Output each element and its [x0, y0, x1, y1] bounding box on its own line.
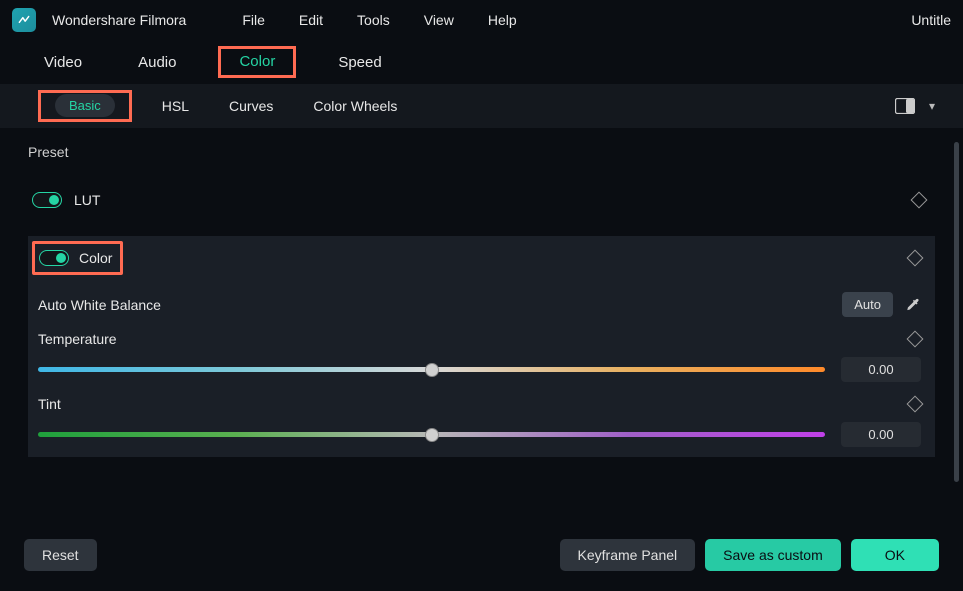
- subtab-curves[interactable]: Curves: [229, 98, 273, 114]
- lut-keyframe-icon[interactable]: [911, 192, 928, 209]
- temperature-block: Temperature: [28, 321, 935, 386]
- temperature-value[interactable]: [841, 357, 921, 382]
- color-panel: Preset LUT Color Auto White Balance Auto: [0, 128, 963, 521]
- document-title: Untitle: [911, 12, 951, 28]
- lut-label: LUT: [74, 192, 100, 208]
- auto-button[interactable]: Auto: [842, 292, 893, 317]
- menu-view[interactable]: View: [424, 12, 454, 28]
- preset-heading: Preset: [28, 144, 939, 160]
- subtab-color-wheels[interactable]: Color Wheels: [313, 98, 397, 114]
- chevron-down-icon[interactable]: ▾: [929, 99, 935, 113]
- main-tab-bar: Video Audio Color Speed: [0, 40, 963, 84]
- color-toggle[interactable]: [39, 250, 69, 266]
- menu-bar: File Edit Tools View Help: [242, 12, 516, 28]
- tint-keyframe-icon[interactable]: [907, 396, 924, 413]
- menu-help[interactable]: Help: [488, 12, 517, 28]
- app-logo-icon: [12, 8, 36, 32]
- auto-white-balance-row: Auto White Balance Auto: [28, 280, 935, 321]
- subtab-hsl[interactable]: HSL: [162, 98, 189, 114]
- temperature-keyframe-icon[interactable]: [907, 331, 924, 348]
- tint-slider[interactable]: [38, 427, 825, 443]
- tint-label: Tint: [38, 396, 61, 412]
- color-row: Color: [28, 236, 935, 280]
- scrollbar[interactable]: [954, 142, 959, 482]
- app-name: Wondershare Filmora: [52, 12, 186, 28]
- footer-bar: Reset Keyframe Panel Save as custom OK: [0, 527, 963, 583]
- app-header: Wondershare Filmora File Edit Tools View…: [0, 0, 963, 40]
- temperature-thumb[interactable]: [425, 363, 439, 377]
- highlight-color-toggle: Color: [32, 241, 123, 275]
- color-label: Color: [79, 250, 112, 266]
- menu-edit[interactable]: Edit: [299, 12, 323, 28]
- tab-video[interactable]: Video: [40, 46, 86, 79]
- subtab-basic[interactable]: Basic: [55, 94, 115, 117]
- highlight-color-tab: Color: [218, 46, 296, 78]
- reset-button[interactable]: Reset: [24, 539, 97, 571]
- keyframe-panel-button[interactable]: Keyframe Panel: [560, 539, 696, 571]
- tint-value[interactable]: [841, 422, 921, 447]
- save-as-custom-button[interactable]: Save as custom: [705, 539, 841, 571]
- awb-label: Auto White Balance: [38, 297, 161, 313]
- menu-tools[interactable]: Tools: [357, 12, 390, 28]
- compare-view-icon[interactable]: [895, 98, 915, 114]
- temperature-slider[interactable]: [38, 362, 825, 378]
- ok-button[interactable]: OK: [851, 539, 939, 571]
- highlight-basic-pill: Basic: [38, 90, 132, 122]
- color-section: Color Auto White Balance Auto Temperatur…: [28, 236, 935, 457]
- tint-thumb[interactable]: [425, 428, 439, 442]
- tab-color[interactable]: Color: [235, 45, 279, 78]
- tint-block: Tint: [28, 386, 935, 451]
- temperature-label: Temperature: [38, 331, 117, 347]
- lut-row: LUT: [28, 178, 939, 222]
- tab-speed[interactable]: Speed: [334, 46, 385, 79]
- lut-toggle[interactable]: [32, 192, 62, 208]
- color-keyframe-icon[interactable]: [907, 250, 924, 267]
- sub-tab-bar: Basic HSL Curves Color Wheels ▾: [0, 84, 963, 128]
- menu-file[interactable]: File: [242, 12, 265, 28]
- tab-audio[interactable]: Audio: [134, 46, 180, 79]
- eyedropper-icon[interactable]: [905, 297, 921, 313]
